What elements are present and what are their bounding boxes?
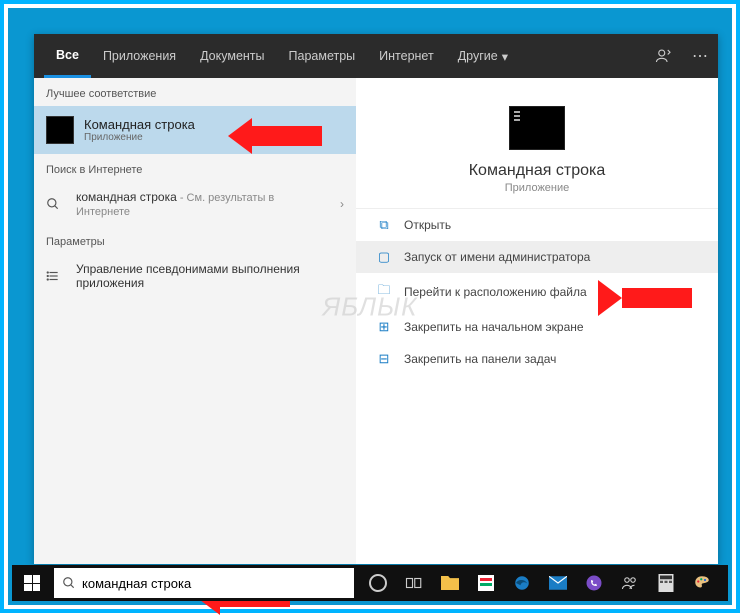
taskbar — [12, 565, 728, 601]
windows-icon — [24, 575, 40, 591]
cmd-icon — [46, 116, 74, 144]
tab-params[interactable]: Параметры — [277, 34, 368, 78]
search-panel: Все Приложения Документы Параметры Интер… — [34, 34, 718, 564]
store-icon[interactable] — [470, 567, 502, 599]
chevron-right-icon: › — [340, 197, 344, 211]
tab-internet[interactable]: Интернет — [367, 34, 446, 78]
tab-other[interactable]: Другие▾ — [446, 34, 520, 78]
start-button[interactable] — [12, 565, 52, 601]
best-match-label: Лучшее соответствие — [34, 78, 356, 106]
admin-icon: ▢ — [376, 249, 392, 265]
mail-icon[interactable] — [542, 567, 574, 599]
cmd-icon-large — [509, 106, 565, 150]
detail-sub: Приложение — [376, 182, 698, 194]
results-column: Лучшее соответствие Командная строка При… — [34, 78, 356, 564]
params-item[interactable]: Управление псевдонимами выполнения прило… — [34, 254, 356, 298]
feedback-icon[interactable] — [646, 34, 682, 78]
taskbar-search[interactable] — [54, 568, 354, 598]
paint-icon[interactable] — [686, 567, 718, 599]
more-icon[interactable]: ⋯ — [682, 34, 718, 78]
params-label: Параметры — [34, 226, 356, 254]
pin-task-icon: ⊟ — [376, 351, 392, 367]
web-search-item[interactable]: командная строка - См. результаты в Инте… — [34, 182, 356, 226]
people-icon[interactable] — [614, 567, 646, 599]
detail-title: Командная строка — [376, 162, 698, 180]
tab-apps[interactable]: Приложения — [91, 34, 188, 78]
action-open[interactable]: ⧉ Открыть — [356, 209, 718, 241]
search-icon — [62, 576, 76, 590]
best-match-item[interactable]: Командная строка Приложение — [34, 106, 356, 154]
web-search-label: Поиск в Интернете — [34, 154, 356, 182]
viber-icon[interactable] — [578, 567, 610, 599]
detail-column: Командная строка Приложение ⧉ Открыть ▢ … — [356, 78, 718, 564]
search-input[interactable] — [82, 576, 346, 591]
action-goto-file[interactable]: 🗀 Перейти к расположению файла — [356, 273, 718, 311]
list-icon — [46, 269, 66, 283]
calculator-icon[interactable] — [650, 567, 682, 599]
chevron-down-icon: ▾ — [502, 49, 508, 64]
tabs-bar: Все Приложения Документы Параметры Интер… — [34, 34, 718, 78]
action-run-admin[interactable]: ▢ Запуск от имени администратора — [356, 241, 718, 273]
edge-icon[interactable] — [506, 567, 538, 599]
pin-icon: ⊞ — [376, 319, 392, 335]
search-icon — [46, 197, 66, 211]
tab-docs[interactable]: Документы — [188, 34, 276, 78]
folder-open-icon: 🗀 — [376, 281, 392, 303]
action-pin-taskbar[interactable]: ⊟ Закрепить на панели задач — [356, 343, 718, 375]
best-match-title: Командная строка — [84, 117, 195, 132]
task-view-icon[interactable] — [398, 567, 430, 599]
action-pin-start[interactable]: ⊞ Закрепить на начальном экране — [356, 311, 718, 343]
open-icon: ⧉ — [376, 217, 392, 233]
tab-all[interactable]: Все — [44, 34, 91, 78]
cortana-icon[interactable] — [362, 567, 394, 599]
explorer-icon[interactable] — [434, 567, 466, 599]
best-match-sub: Приложение — [84, 132, 195, 143]
